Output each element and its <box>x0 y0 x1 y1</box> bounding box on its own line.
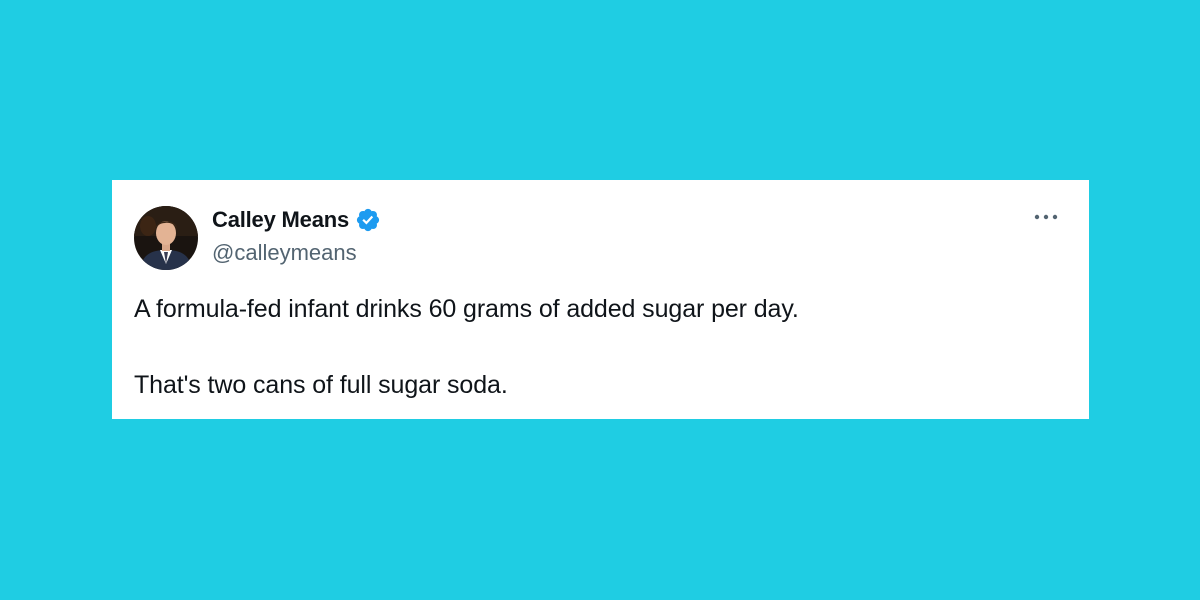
tweet-text-line: That's two cans of full sugar soda. <box>134 371 508 399</box>
paragraph-break <box>134 328 1064 366</box>
tweet-card[interactable]: Calley Means @calleymeans A formula-fed … <box>112 180 1089 419</box>
author-name-row[interactable]: Calley Means <box>212 207 381 233</box>
author-handle[interactable]: @calleymeans <box>212 240 357 266</box>
verified-badge-icon[interactable] <box>355 207 381 233</box>
avatar[interactable] <box>134 206 198 270</box>
tweet-text: A formula-fed infant drinks 60 grams of … <box>134 290 1064 404</box>
author-display-name[interactable]: Calley Means <box>212 207 349 233</box>
profile-photo-icon <box>134 206 198 270</box>
more-options-icon[interactable] <box>1033 210 1059 222</box>
tweet-text-line: A formula-fed infant drinks 60 grams of … <box>134 295 799 323</box>
